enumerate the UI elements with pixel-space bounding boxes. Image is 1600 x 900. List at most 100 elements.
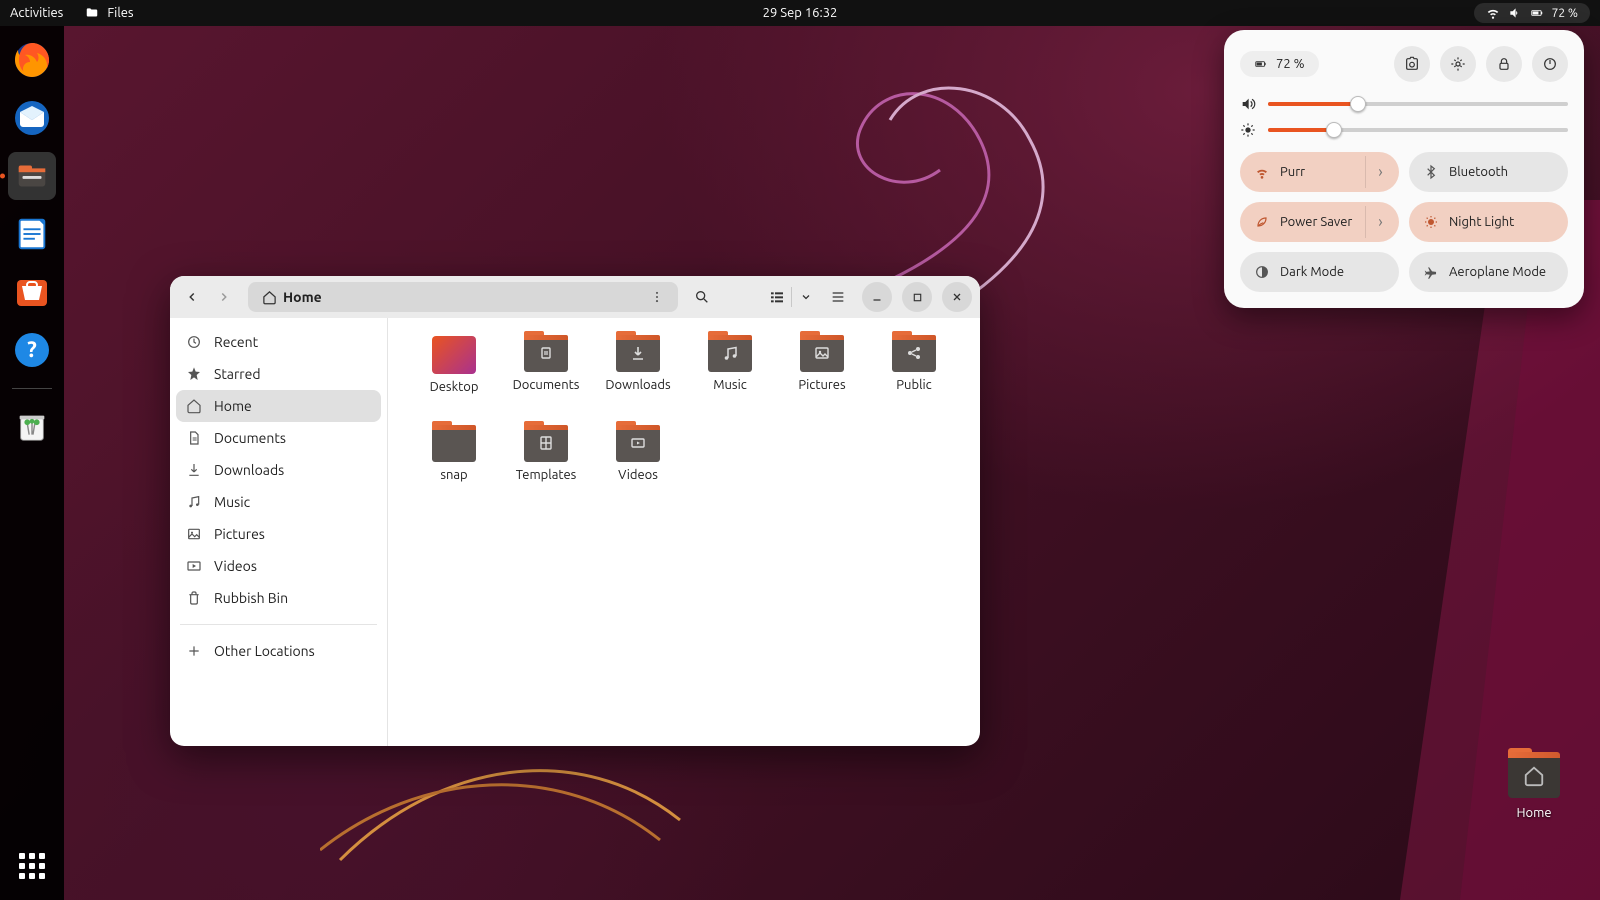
- chevron-right-icon[interactable]: ›: [1365, 156, 1395, 188]
- sidebar-item-label: Rubbish Bin: [214, 590, 288, 606]
- toggle-label: Aeroplane Mode: [1449, 265, 1546, 279]
- volume-slider[interactable]: [1268, 102, 1568, 106]
- folder-icon: [432, 336, 476, 374]
- nav-back-button[interactable]: [178, 283, 206, 311]
- folder-documents[interactable]: Documents: [500, 336, 592, 420]
- desktop-icon-home[interactable]: Home: [1508, 754, 1560, 820]
- toggle-purr[interactable]: Purr›: [1240, 152, 1399, 192]
- sidebar-item-documents[interactable]: Documents: [176, 422, 381, 454]
- folder-label: Templates: [516, 468, 577, 482]
- sidebar-item-pictures[interactable]: Pictures: [176, 518, 381, 550]
- focused-app-indicator[interactable]: Files: [85, 6, 133, 20]
- sidebar-item-home[interactable]: Home: [176, 390, 381, 422]
- toggle-power-saver[interactable]: Power Saver›: [1240, 202, 1399, 242]
- recent-icon: [186, 334, 202, 350]
- folder-snap[interactable]: snap: [408, 426, 500, 510]
- volume-icon: [1240, 96, 1256, 112]
- nav-forward-button[interactable]: [210, 283, 238, 311]
- dock-trash[interactable]: [8, 403, 56, 451]
- star-icon: [186, 366, 202, 382]
- toggle-label: Dark Mode: [1280, 265, 1344, 279]
- brightness-icon: [1240, 122, 1256, 138]
- top-bar: Activities Files 29 Sep 16:32 72 %: [0, 0, 1600, 26]
- volume-slider-row: [1240, 96, 1568, 112]
- folder-videos[interactable]: Videos: [592, 426, 684, 510]
- video-icon: [186, 558, 202, 574]
- focused-app-label: Files: [107, 6, 133, 20]
- folder-public[interactable]: Public: [868, 336, 960, 420]
- battery-chip-label: 72 %: [1276, 57, 1305, 71]
- sidebar-item-downloads[interactable]: Downloads: [176, 454, 381, 486]
- status-area[interactable]: 72 %: [1474, 3, 1590, 23]
- folder-label: snap: [440, 468, 467, 482]
- folder-music[interactable]: Music: [684, 336, 776, 420]
- quick-settings-popup: 72 % Purr› Bluetooth Power Saver›Night Lig…: [1224, 30, 1584, 308]
- sidebar-item-starred[interactable]: Starred: [176, 358, 381, 390]
- view-list-button[interactable]: [763, 283, 791, 311]
- dock-help[interactable]: ?: [8, 326, 56, 374]
- dock-libreoffice-writer[interactable]: [8, 210, 56, 258]
- clock[interactable]: 29 Sep 16:32: [763, 6, 838, 20]
- toggle-bluetooth[interactable]: Bluetooth: [1409, 152, 1568, 192]
- doc-icon: [186, 430, 202, 446]
- path-bar[interactable]: Home: [248, 282, 678, 312]
- battery-chip[interactable]: 72 %: [1240, 51, 1319, 77]
- desktop-icon-label: Home: [1508, 806, 1560, 820]
- brightness-slider[interactable]: [1268, 128, 1568, 132]
- activities-button[interactable]: Activities: [10, 6, 63, 20]
- show-applications-button[interactable]: [8, 842, 56, 890]
- power-button[interactable]: [1532, 46, 1568, 82]
- sidebar-item-videos[interactable]: Videos: [176, 550, 381, 582]
- dock-firefox[interactable]: [8, 36, 56, 84]
- battery-icon: [1254, 57, 1268, 71]
- path-menu-icon[interactable]: [650, 290, 664, 304]
- files-window: Home RecentStarredHomeDocumentsDownloads…: [170, 276, 980, 746]
- folder-pictures[interactable]: Pictures: [776, 336, 868, 420]
- toggle-aeroplane-mode[interactable]: Aeroplane Mode: [1409, 252, 1568, 292]
- screenshot-button[interactable]: [1394, 46, 1430, 82]
- sidebar-item-other-locations[interactable]: Other Locations: [176, 635, 381, 667]
- sidebar-item-rubbish-bin[interactable]: Rubbish Bin: [176, 582, 381, 614]
- folder-icon: [524, 336, 568, 372]
- toggle-dark-mode[interactable]: Dark Mode: [1240, 252, 1399, 292]
- download-icon: [186, 462, 202, 478]
- dock-thunderbird[interactable]: [8, 94, 56, 142]
- folder-downloads[interactable]: Downloads: [592, 336, 684, 420]
- window-titlebar[interactable]: Home: [170, 276, 980, 318]
- folder-icon: [708, 336, 752, 372]
- folder-label: Music: [713, 378, 747, 392]
- folder-desktop[interactable]: Desktop: [408, 336, 500, 420]
- sidebar-item-label: Recent: [214, 334, 258, 350]
- folder-icon: [85, 6, 99, 20]
- dock-ubuntu-software[interactable]: [8, 268, 56, 316]
- minimize-button[interactable]: [862, 282, 892, 312]
- close-button[interactable]: [942, 282, 972, 312]
- leaf-icon: [1254, 214, 1270, 230]
- sidebar-separator: [180, 624, 377, 625]
- dock-files[interactable]: [8, 152, 56, 200]
- chevron-right-icon[interactable]: ›: [1365, 206, 1395, 238]
- toggle-label: Bluetooth: [1449, 165, 1508, 179]
- sidebar-item-recent[interactable]: Recent: [176, 326, 381, 358]
- search-button[interactable]: [688, 283, 716, 311]
- hamburger-menu-button[interactable]: [824, 283, 852, 311]
- files-content[interactable]: DesktopDocumentsDownloads Music PicturesPu…: [388, 318, 980, 746]
- sidebar-item-label: Downloads: [214, 462, 284, 478]
- sidebar-item-music[interactable]: Music: [176, 486, 381, 518]
- toggle-night-light[interactable]: Night Light: [1409, 202, 1568, 242]
- sidebar-item-label: Starred: [214, 366, 261, 382]
- home-icon: [262, 290, 277, 305]
- maximize-button[interactable]: [902, 282, 932, 312]
- wifi-icon: [1254, 164, 1270, 180]
- folder-icon: [800, 336, 844, 372]
- folder-icon: [432, 426, 476, 462]
- view-dropdown-button[interactable]: [792, 283, 820, 311]
- settings-button[interactable]: [1440, 46, 1476, 82]
- bluetooth-icon: [1423, 164, 1439, 180]
- night-icon: [1423, 214, 1439, 230]
- folder-label: Videos: [618, 468, 658, 482]
- lock-button[interactable]: [1486, 46, 1522, 82]
- dock-separator: [12, 388, 52, 389]
- folder-templates[interactable]: Templates: [500, 426, 592, 510]
- picture-icon: [186, 526, 202, 542]
